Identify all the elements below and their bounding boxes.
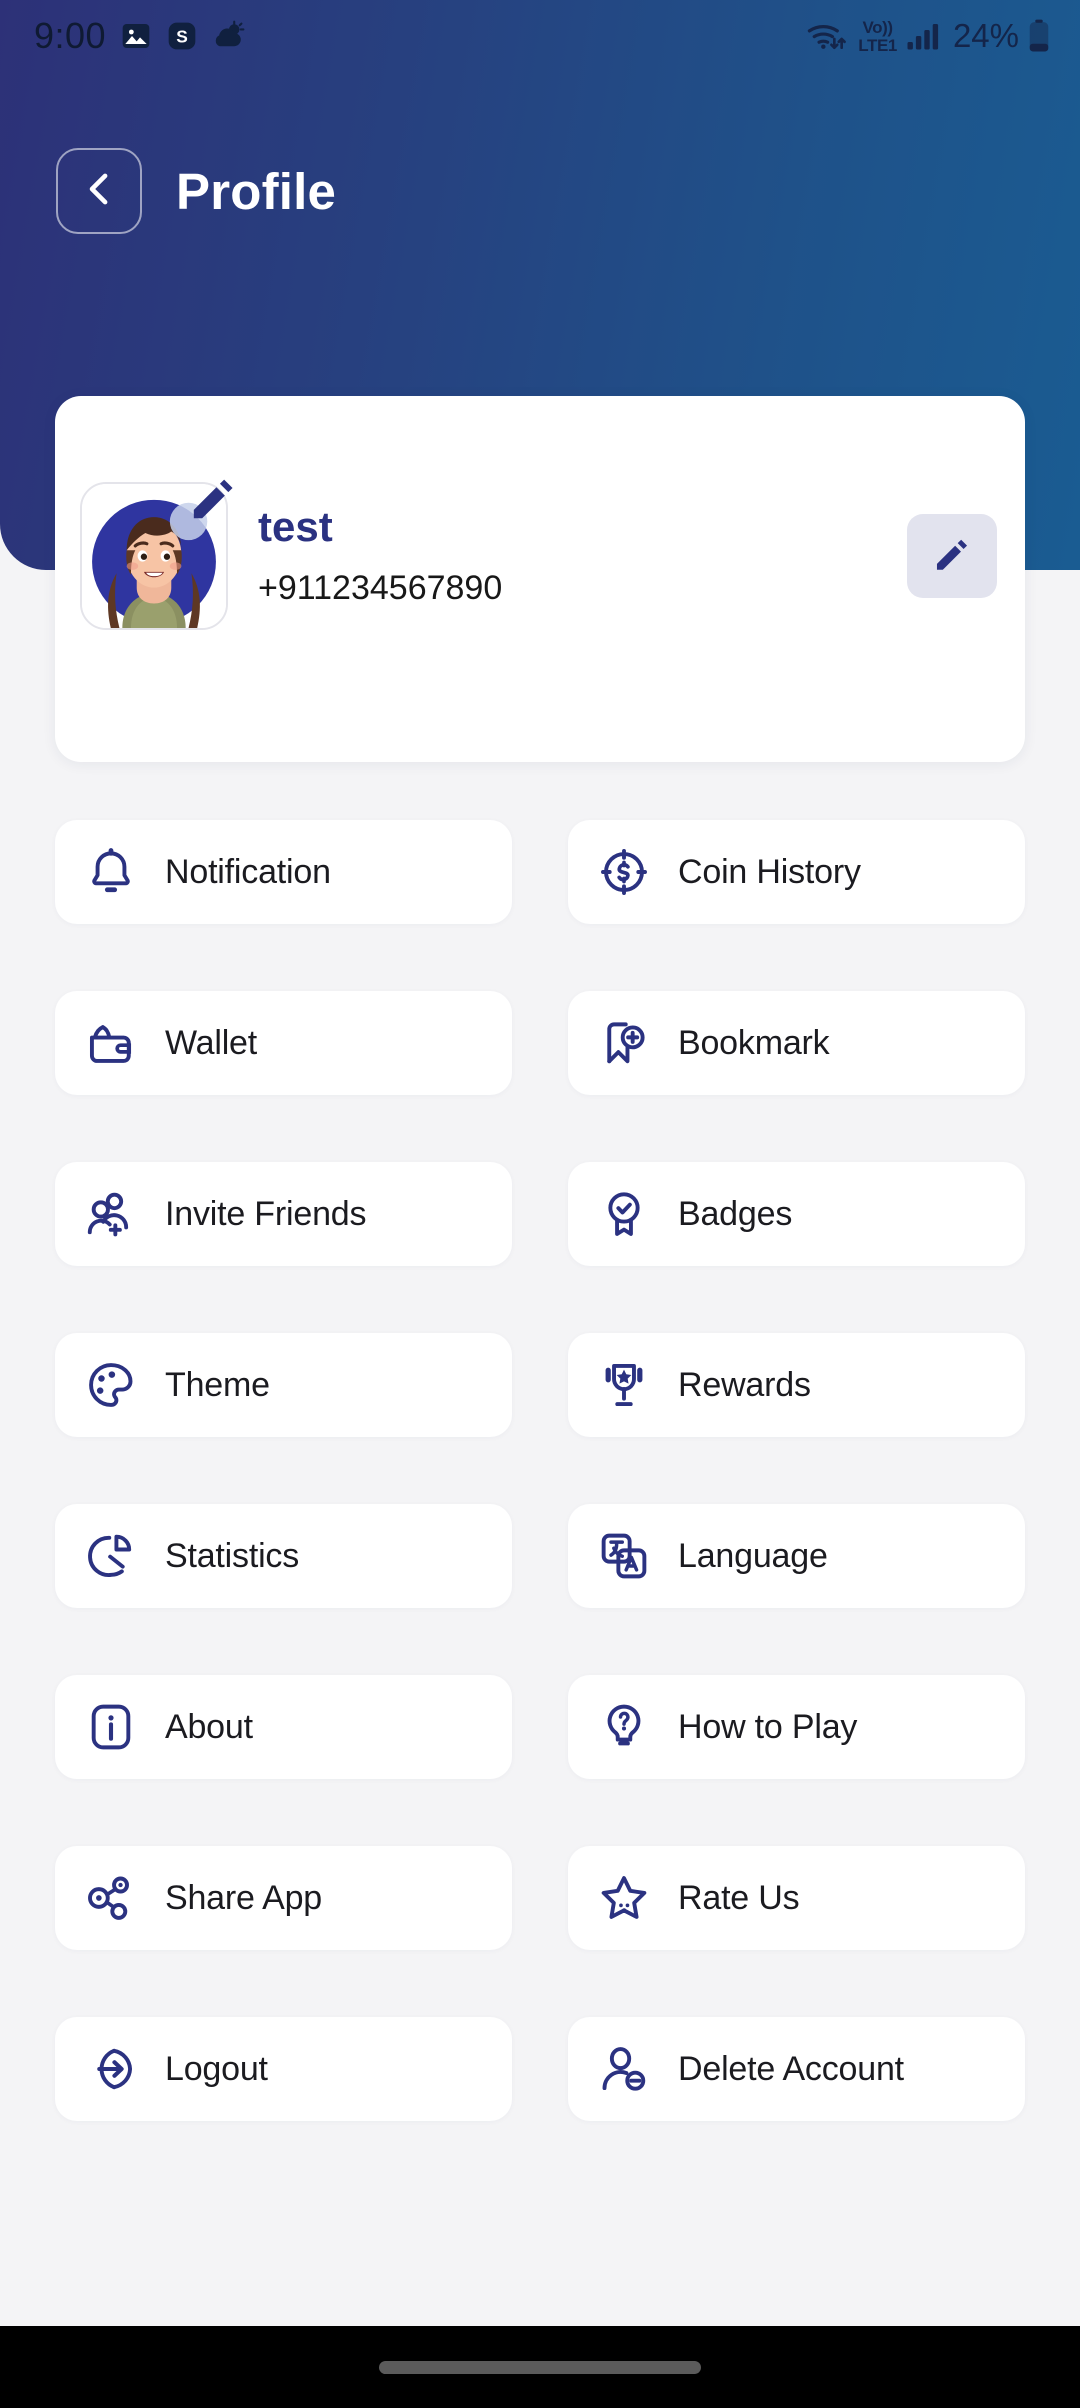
status-bar-left: 9:00 S [34,15,246,57]
menu-item-label: Notification [165,852,331,891]
wifi-icon [805,18,849,54]
info-icon [81,1697,141,1757]
menu-item-rewards[interactable]: Rewards [568,1333,1025,1437]
page-title: Profile [176,162,337,220]
user-minus-icon [594,2039,654,2099]
menu-item-label: Share App [165,1878,322,1917]
status-bar-right: Vo)) LTE1 24% [805,17,1050,55]
menu-item-bookmark[interactable]: Bookmark [568,991,1025,1095]
badge-check-icon [594,1184,654,1244]
avatar[interactable] [80,479,233,630]
profile-phone: +911234567890 [258,568,503,607]
menu-item-coin-history[interactable]: Coin History [568,820,1025,924]
palette-icon [81,1355,141,1415]
translate-icon [594,1526,654,1586]
menu-item-label: Bookmark [678,1023,830,1062]
menu-item-label: Delete Account [678,2049,904,2088]
user-add-icon [81,1184,141,1244]
volte-indicator: Vo)) LTE1 [858,19,897,54]
app-screen: 9:00 S Vo)) LTE1 24% Profile test +91123… [0,0,1080,2408]
header-title-row: Profile [56,148,336,234]
menu-item-logout[interactable]: Logout [55,2017,512,2121]
status-bar: 9:00 S Vo)) LTE1 24% [0,0,1080,72]
bell-icon [81,842,141,902]
menu-item-label: Wallet [165,1023,258,1062]
menu-item-how-to-play[interactable]: How to Play [568,1675,1025,1779]
weather-icon [212,20,246,52]
menu-item-share-app[interactable]: Share App [55,1846,512,1950]
coin-target-icon [594,842,654,902]
volte-line-1: Vo)) [862,17,893,37]
menu-item-label: Statistics [165,1536,300,1575]
menu-item-label: Invite Friends [165,1194,367,1233]
menu-item-label: Rewards [678,1365,811,1404]
menu-item-label: Theme [165,1365,270,1404]
pie-chart-icon [81,1526,141,1586]
logout-icon [81,2039,141,2099]
profile-card: test +911234567890 [55,396,1025,762]
battery-percent-label: 24% [952,17,1019,54]
pencil-badge-icon [184,470,240,526]
profile-card-content: test +911234567890 [80,479,997,630]
profile-menu-grid: Notification Coin History Wallet Bookmar… [55,820,1025,2121]
menu-item-label: Logout [165,2049,268,2088]
menu-item-label: Language [678,1536,828,1575]
menu-item-delete-account[interactable]: Delete Account [568,2017,1025,2121]
menu-item-statistics[interactable]: Statistics [55,1504,512,1608]
menu-item-label: About [165,1707,253,1746]
skype-icon: S [166,20,198,52]
menu-item-notification[interactable]: Notification [55,820,512,924]
trophy-star-icon [594,1355,654,1415]
menu-item-label: Badges [678,1194,793,1233]
wallet-icon [81,1013,141,1073]
menu-item-invite-friends[interactable]: Invite Friends [55,1162,512,1266]
image-icon [120,20,152,52]
profile-info: test +911234567890 [258,504,502,607]
share-nodes-icon [81,1868,141,1928]
menu-item-about[interactable]: About [55,1675,512,1779]
system-navigation-bar [0,2326,1080,2408]
status-bar-clock: 9:00 [34,15,107,56]
back-button[interactable] [56,148,142,234]
menu-item-label: Coin History [678,852,861,891]
menu-item-language[interactable]: Language [568,1504,1025,1608]
star-icon [594,1868,654,1928]
menu-item-rate-us[interactable]: Rate Us [568,1846,1025,1950]
chevron-left-icon [78,168,120,215]
signal-icon [906,21,942,51]
battery-icon [1028,19,1050,53]
pencil-icon [930,532,974,581]
edit-profile-button[interactable] [907,514,997,598]
lightbulb-question-icon [594,1697,654,1757]
menu-item-label: Rate Us [678,1878,800,1917]
profile-name: test [258,503,333,551]
menu-item-theme[interactable]: Theme [55,1333,512,1437]
home-indicator-pill[interactable] [379,2360,701,2374]
volte-line-2: LTE1 [858,35,897,55]
menu-item-label: How to Play [678,1707,858,1746]
bookmark-plus-icon [594,1013,654,1073]
menu-item-wallet[interactable]: Wallet [55,991,512,1095]
svg-text:S: S [176,27,188,47]
menu-item-badges[interactable]: Badges [568,1162,1025,1266]
